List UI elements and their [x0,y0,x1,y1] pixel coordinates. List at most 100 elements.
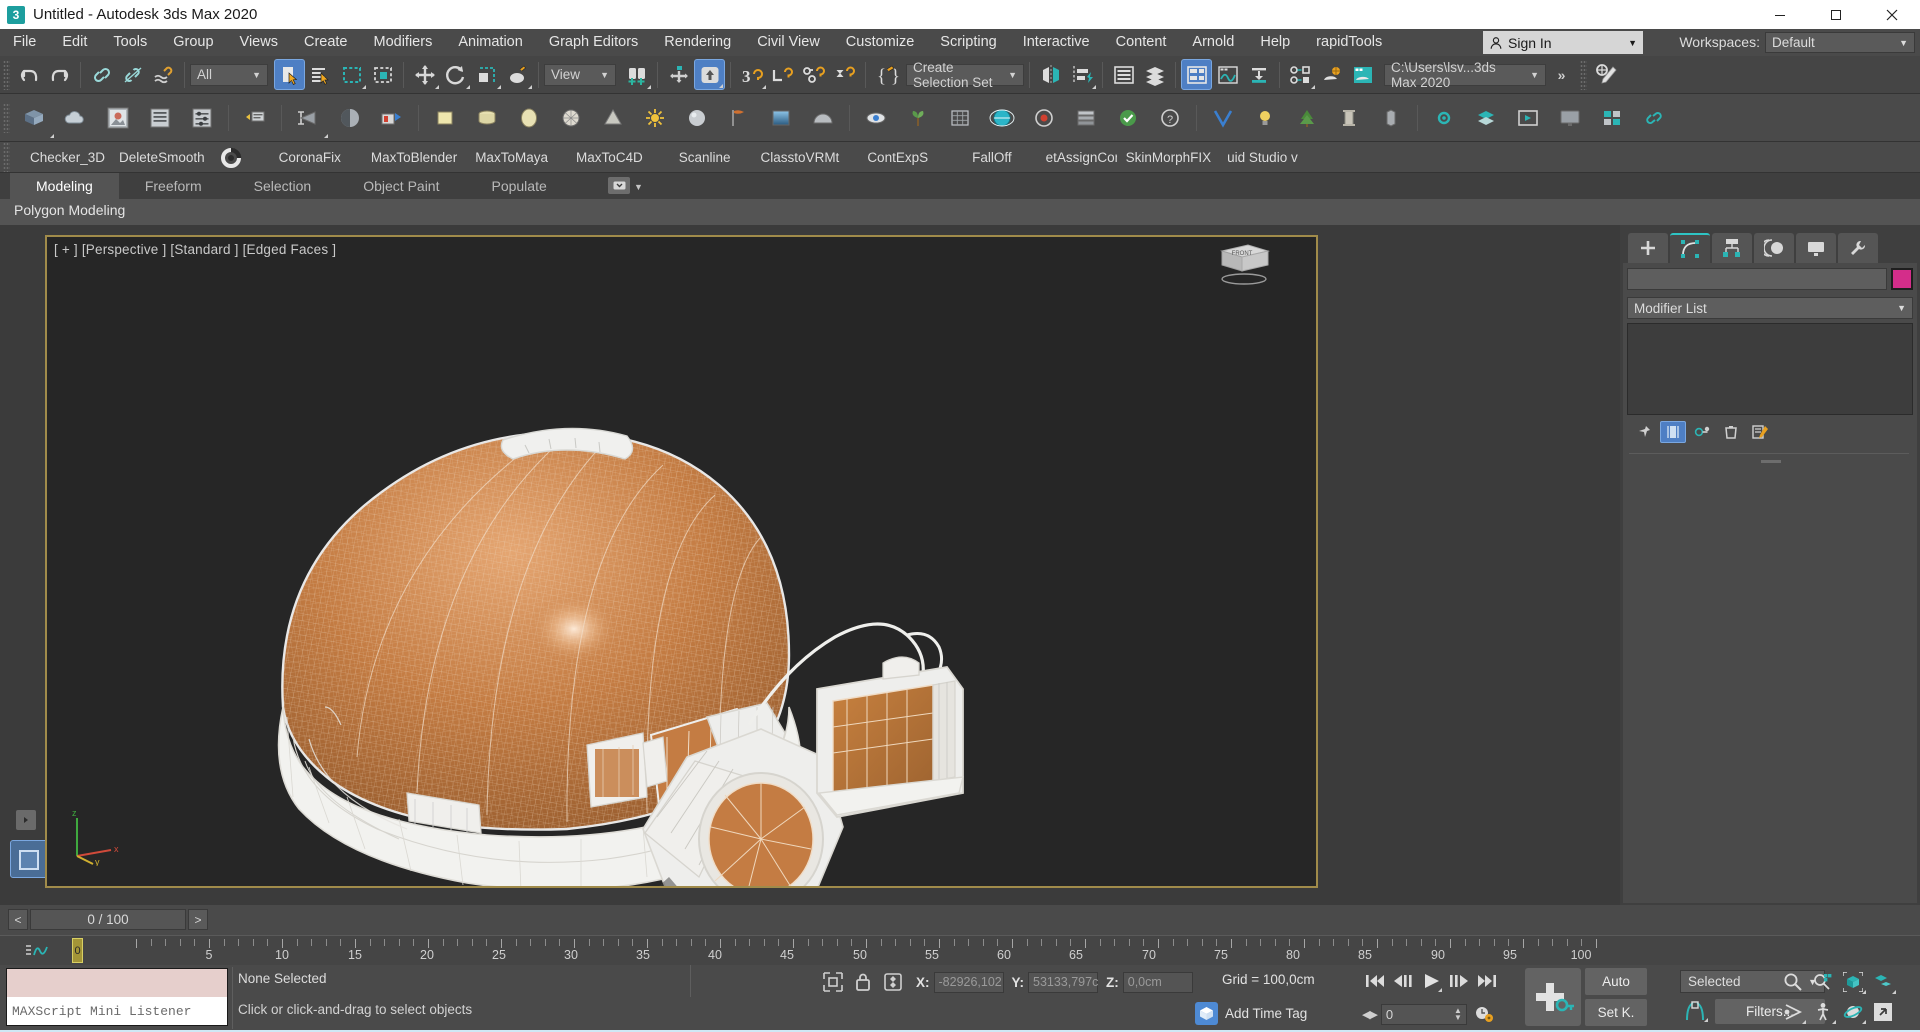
menu-help[interactable]: Help [1247,29,1303,56]
scene-explorer-icon[interactable] [1181,59,1212,90]
ok-icon[interactable] [1107,97,1149,139]
go-to-start-icon[interactable] [1362,968,1388,994]
frame-step-arrows-icon[interactable]: ◀▶ [1362,1008,1378,1021]
frame-indicator[interactable]: 0 / 100 [30,909,186,930]
tab-object-paint[interactable]: Object Paint [337,173,465,199]
spinner-updown-icon[interactable] [829,59,860,90]
layers-icon[interactable] [1465,97,1507,139]
perspective-viewport[interactable]: [ + ] [Perspective ] [Standard ] [Edged … [45,235,1318,888]
snaps-toggle-icon[interactable] [694,59,725,90]
modify-tab-icon[interactable] [1670,233,1710,263]
absolute-relative-transform-icon[interactable] [878,969,908,995]
close-button[interactable] [1864,0,1920,29]
stack-icon[interactable] [1065,97,1107,139]
next-frame-button[interactable]: > [188,909,208,930]
show-end-result-icon[interactable] [1660,421,1686,443]
sun-icon[interactable] [634,97,676,139]
maximize-button[interactable] [1808,0,1864,29]
mirror-icon[interactable] [1035,59,1066,90]
layer-explorer-icon[interactable] [1108,59,1139,90]
gradient-icon[interactable] [760,97,802,139]
list-icon[interactable] [139,97,181,139]
wire-sphere-icon[interactable] [550,97,592,139]
cone-icon[interactable] [592,97,634,139]
menu-civil-view[interactable]: Civil View [744,29,833,56]
tab-selection[interactable]: Selection [228,173,338,199]
set-keys-icon[interactable] [1525,968,1581,1026]
menu-rendering[interactable]: Rendering [651,29,744,56]
isolate-selection-icon[interactable] [818,969,848,995]
script-button-uid-studio[interactable]: uid Studio v.22 [1220,145,1298,170]
script-button-checker3d[interactable]: Checker_3D [23,145,112,170]
pillar-icon[interactable] [1328,97,1370,139]
script-button-assigncontroller[interactable]: etAssignContr« [1039,145,1117,170]
menu-rapidtools[interactable]: rapidTools [1303,29,1395,56]
menu-group[interactable]: Group [160,29,226,56]
grid2-icon[interactable] [1591,97,1633,139]
script-button-classtovrmt[interactable]: ClasstoVRMt [754,145,847,170]
maximize-viewport-icon[interactable] [1868,998,1898,1026]
menu-create[interactable]: Create [291,29,361,56]
sign-in-button[interactable]: Sign In ▼ [1483,31,1643,54]
script-button-maxtomaya[interactable]: MaxToMaya [468,145,555,170]
reference-coordinate-dropdown[interactable]: View ▼ [544,63,616,86]
redo-icon[interactable] [44,59,75,90]
box-icon[interactable] [424,97,466,139]
motion-tab-icon[interactable] [1754,233,1794,263]
selection-lock-icon[interactable] [848,969,878,995]
ribbon-tab-chevron-icon[interactable]: ▼ [634,182,643,192]
render-setup-icon[interactable] [1285,59,1316,90]
menu-views[interactable]: Views [227,29,291,56]
script-button-coronafix[interactable]: CoronaFix [272,145,348,170]
zoom-all-icon[interactable] [1808,968,1838,996]
schematic-view-icon[interactable] [1243,59,1274,90]
select-and-rotate-icon[interactable] [440,59,471,90]
zoom-region-icon[interactable] [1868,968,1898,996]
maxscript-mini-listener[interactable]: MAXScript Mini Listener [6,968,228,1026]
create-tab-icon[interactable] [1628,233,1668,263]
material-editor-icon[interactable] [1590,59,1621,90]
colorpick-icon[interactable] [371,97,413,139]
key-mode-toggle-icon[interactable] [1680,998,1710,1024]
time-configuration-icon[interactable] [1471,1001,1497,1027]
menu-tools[interactable]: Tools [100,29,160,56]
go-to-end-icon[interactable] [1474,968,1500,994]
view-cube-icon[interactable]: FRONT [1208,237,1278,293]
z-field[interactable]: 0,0cm [1122,971,1193,993]
edit-named-selection-sets-icon[interactable]: { } [871,59,902,90]
menu-customize[interactable]: Customize [833,29,928,56]
minimize-button[interactable] [1752,0,1808,29]
menu-interactive[interactable]: Interactive [1010,29,1103,56]
script-button-maxtoc4d[interactable]: MaxToC4D [569,145,650,170]
link-icon[interactable] [1633,97,1675,139]
tab-populate[interactable]: Populate [465,173,572,199]
light-icon[interactable] [1244,97,1286,139]
script-button-falloff[interactable]: FallOff [965,145,1019,170]
modifier-list-dropdown[interactable]: Modifier List ▼ [1627,297,1913,319]
select-and-link-icon[interactable] [86,59,117,90]
modifier-stack[interactable] [1627,323,1913,415]
named-selection-set-dropdown[interactable]: Create Selection Set ▼ [906,60,1024,90]
tab-modeling[interactable]: Modeling [10,173,119,199]
sphere-icon[interactable] [508,97,550,139]
toolbar-overflow-button[interactable]: » [1546,59,1577,90]
x-field[interactable]: -82926,102 [933,971,1004,993]
configure-modifier-sets-icon[interactable] [1747,421,1773,443]
viewport-layout-icon[interactable] [10,840,48,878]
remove-modifier-icon[interactable] [1718,421,1744,443]
select-object-icon[interactable] [274,59,305,90]
panel-resize-handle[interactable] [1761,460,1781,463]
angle-snap-toggle-icon[interactable]: 3 [736,59,767,90]
make-unique-icon[interactable] [1689,421,1715,443]
spinner-ring-icon[interactable] [212,145,250,170]
previous-frame-button[interactable]: < [8,909,28,930]
menu-graph-editors[interactable]: Graph Editors [536,29,651,56]
menu-content[interactable]: Content [1103,29,1180,56]
select-and-place-icon[interactable] [502,59,533,90]
bind-to-space-warp-icon[interactable] [148,59,179,90]
play-animation-icon[interactable] [1418,968,1444,994]
script-button-maxtoblender[interactable]: MaxToBlender [364,145,464,170]
select-and-scale-icon[interactable] [471,59,502,90]
y-field[interactable]: 53133,797c [1028,971,1098,993]
spinner-snap-toggle-icon[interactable] [798,59,829,90]
